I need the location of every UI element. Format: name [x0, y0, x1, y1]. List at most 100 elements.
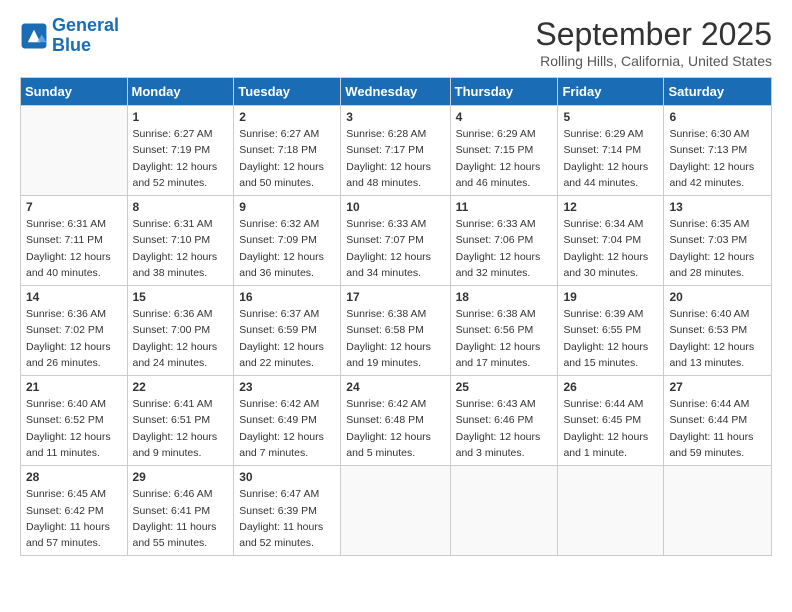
- day-number: 10: [346, 200, 444, 214]
- calendar-cell: 17 Sunrise: 6:38 AM Sunset: 6:58 PM Dayli…: [341, 286, 450, 376]
- calendar-cell: 19 Sunrise: 6:39 AM Sunset: 6:55 PM Dayli…: [558, 286, 664, 376]
- month-title: September 2025: [535, 16, 772, 53]
- day-number: 7: [26, 200, 122, 214]
- sun-info: Sunrise: 6:42 AM Sunset: 6:48 PM Dayligh…: [346, 396, 444, 461]
- day-number: 29: [133, 470, 229, 484]
- calendar-cell: 7Sunrise: 6:31 AM Sunset: 7:11 PM Daylig…: [21, 196, 128, 286]
- sun-info: Sunrise: 6:42 AM Sunset: 6:49 PM Dayligh…: [239, 396, 335, 461]
- calendar-cell: [341, 466, 450, 556]
- page-header: General Blue September 2025 Rolling Hill…: [20, 16, 772, 69]
- sun-info: Sunrise: 6:32 AM Sunset: 7:09 PM Dayligh…: [239, 216, 335, 281]
- sun-info: Sunrise: 6:40 AM Sunset: 6:53 PM Dayligh…: [669, 306, 766, 371]
- sun-info: Sunrise: 6:28 AM Sunset: 7:17 PM Dayligh…: [346, 126, 444, 191]
- location-subtitle: Rolling Hills, California, United States: [535, 53, 772, 69]
- weekday-header: Saturday: [664, 78, 772, 106]
- weekday-header: Tuesday: [234, 78, 341, 106]
- calendar-cell: [450, 466, 558, 556]
- sun-info: Sunrise: 6:46 AM Sunset: 6:41 PM Dayligh…: [133, 486, 229, 551]
- day-number: 8: [133, 200, 229, 214]
- calendar-cell: 30 Sunrise: 6:47 AM Sunset: 6:39 PM Dayli…: [234, 466, 341, 556]
- calendar-week-row: 14 Sunrise: 6:36 AM Sunset: 7:02 PM Dayli…: [21, 286, 772, 376]
- calendar-cell: 15Sunrise: 6:36 AM Sunset: 7:00 PM Dayli…: [127, 286, 234, 376]
- sun-info: Sunrise: 6:36 AM Sunset: 7:00 PM Dayligh…: [133, 306, 229, 371]
- sun-info: Sunrise: 6:36 AM Sunset: 7:02 PM Dayligh…: [26, 306, 122, 371]
- day-number: 5: [563, 110, 658, 124]
- day-number: 21: [26, 380, 122, 394]
- calendar-week-row: 28 Sunrise: 6:45 AM Sunset: 6:42 PM Dayli…: [21, 466, 772, 556]
- logo-line2: Blue: [52, 35, 91, 55]
- title-block: September 2025 Rolling Hills, California…: [535, 16, 772, 69]
- calendar-week-row: 7Sunrise: 6:31 AM Sunset: 7:11 PM Daylig…: [21, 196, 772, 286]
- sun-info: Sunrise: 6:34 AM Sunset: 7:04 PM Dayligh…: [563, 216, 658, 281]
- day-number: 1: [133, 110, 229, 124]
- calendar-cell: 14 Sunrise: 6:36 AM Sunset: 7:02 PM Dayli…: [21, 286, 128, 376]
- sun-info: Sunrise: 6:41 AM Sunset: 6:51 PM Dayligh…: [133, 396, 229, 461]
- sun-info: Sunrise: 6:29 AM Sunset: 7:15 PM Dayligh…: [456, 126, 553, 191]
- calendar-cell: 25 Sunrise: 6:43 AM Sunset: 6:46 PM Dayli…: [450, 376, 558, 466]
- day-number: 13: [669, 200, 766, 214]
- day-number: 12: [563, 200, 658, 214]
- day-number: 9: [239, 200, 335, 214]
- sun-info: Sunrise: 6:40 AM Sunset: 6:52 PM Dayligh…: [26, 396, 122, 461]
- day-number: 16: [239, 290, 335, 304]
- sun-info: Sunrise: 6:44 AM Sunset: 6:45 PM Dayligh…: [563, 396, 658, 461]
- calendar-cell: 11 Sunrise: 6:33 AM Sunset: 7:06 PM Dayli…: [450, 196, 558, 286]
- weekday-header: Friday: [558, 78, 664, 106]
- sun-info: Sunrise: 6:27 AM Sunset: 7:18 PM Dayligh…: [239, 126, 335, 191]
- sun-info: Sunrise: 6:35 AM Sunset: 7:03 PM Dayligh…: [669, 216, 766, 281]
- day-number: 17: [346, 290, 444, 304]
- calendar-cell: [21, 106, 128, 196]
- calendar-cell: 27Sunrise: 6:44 AM Sunset: 6:44 PM Dayli…: [664, 376, 772, 466]
- day-number: 23: [239, 380, 335, 394]
- day-number: 6: [669, 110, 766, 124]
- calendar-cell: 10 Sunrise: 6:33 AM Sunset: 7:07 PM Dayli…: [341, 196, 450, 286]
- sun-info: Sunrise: 6:31 AM Sunset: 7:10 PM Dayligh…: [133, 216, 229, 281]
- calendar-cell: 8 Sunrise: 6:31 AM Sunset: 7:10 PM Daylig…: [127, 196, 234, 286]
- logo-text: General Blue: [52, 16, 119, 56]
- day-number: 19: [563, 290, 658, 304]
- calendar-week-row: 21 Sunrise: 6:40 AM Sunset: 6:52 PM Dayli…: [21, 376, 772, 466]
- calendar-cell: 3Sunrise: 6:28 AM Sunset: 7:17 PM Daylig…: [341, 106, 450, 196]
- sun-info: Sunrise: 6:43 AM Sunset: 6:46 PM Dayligh…: [456, 396, 553, 461]
- calendar-cell: 28 Sunrise: 6:45 AM Sunset: 6:42 PM Dayli…: [21, 466, 128, 556]
- sun-info: Sunrise: 6:39 AM Sunset: 6:55 PM Dayligh…: [563, 306, 658, 371]
- day-number: 14: [26, 290, 122, 304]
- day-number: 24: [346, 380, 444, 394]
- day-number: 26: [563, 380, 658, 394]
- weekday-header: Thursday: [450, 78, 558, 106]
- sun-info: Sunrise: 6:30 AM Sunset: 7:13 PM Dayligh…: [669, 126, 766, 191]
- calendar-cell: [558, 466, 664, 556]
- calendar-cell: 6 Sunrise: 6:30 AM Sunset: 7:13 PM Daylig…: [664, 106, 772, 196]
- sun-info: Sunrise: 6:27 AM Sunset: 7:19 PM Dayligh…: [133, 126, 229, 191]
- logo-icon: [20, 22, 48, 50]
- sun-info: Sunrise: 6:45 AM Sunset: 6:42 PM Dayligh…: [26, 486, 122, 551]
- calendar-cell: 9 Sunrise: 6:32 AM Sunset: 7:09 PM Daylig…: [234, 196, 341, 286]
- day-number: 2: [239, 110, 335, 124]
- calendar-cell: 18Sunrise: 6:38 AM Sunset: 6:56 PM Dayli…: [450, 286, 558, 376]
- calendar-cell: 24 Sunrise: 6:42 AM Sunset: 6:48 PM Dayli…: [341, 376, 450, 466]
- calendar-cell: 23 Sunrise: 6:42 AM Sunset: 6:49 PM Dayli…: [234, 376, 341, 466]
- calendar-cell: 26 Sunrise: 6:44 AM Sunset: 6:45 PM Dayli…: [558, 376, 664, 466]
- weekday-header: Sunday: [21, 78, 128, 106]
- calendar-cell: 13 Sunrise: 6:35 AM Sunset: 7:03 PM Dayli…: [664, 196, 772, 286]
- sun-info: Sunrise: 6:33 AM Sunset: 7:06 PM Dayligh…: [456, 216, 553, 281]
- day-number: 27: [669, 380, 766, 394]
- sun-info: Sunrise: 6:47 AM Sunset: 6:39 PM Dayligh…: [239, 486, 335, 551]
- sun-info: Sunrise: 6:38 AM Sunset: 6:56 PM Dayligh…: [456, 306, 553, 371]
- sun-info: Sunrise: 6:37 AM Sunset: 6:59 PM Dayligh…: [239, 306, 335, 371]
- logo: General Blue: [20, 16, 119, 56]
- calendar-table: SundayMondayTuesdayWednesdayThursdayFrid…: [20, 77, 772, 556]
- day-number: 4: [456, 110, 553, 124]
- weekday-header: Wednesday: [341, 78, 450, 106]
- sun-info: Sunrise: 6:38 AM Sunset: 6:58 PM Dayligh…: [346, 306, 444, 371]
- day-number: 11: [456, 200, 553, 214]
- sun-info: Sunrise: 6:33 AM Sunset: 7:07 PM Dayligh…: [346, 216, 444, 281]
- weekday-header: Monday: [127, 78, 234, 106]
- logo-line1: General: [52, 15, 119, 35]
- calendar-cell: 16 Sunrise: 6:37 AM Sunset: 6:59 PM Dayli…: [234, 286, 341, 376]
- calendar-header: SundayMondayTuesdayWednesdayThursdayFrid…: [21, 78, 772, 106]
- day-number: 30: [239, 470, 335, 484]
- day-number: 28: [26, 470, 122, 484]
- day-number: 25: [456, 380, 553, 394]
- calendar-cell: 1 Sunrise: 6:27 AM Sunset: 7:19 PM Daylig…: [127, 106, 234, 196]
